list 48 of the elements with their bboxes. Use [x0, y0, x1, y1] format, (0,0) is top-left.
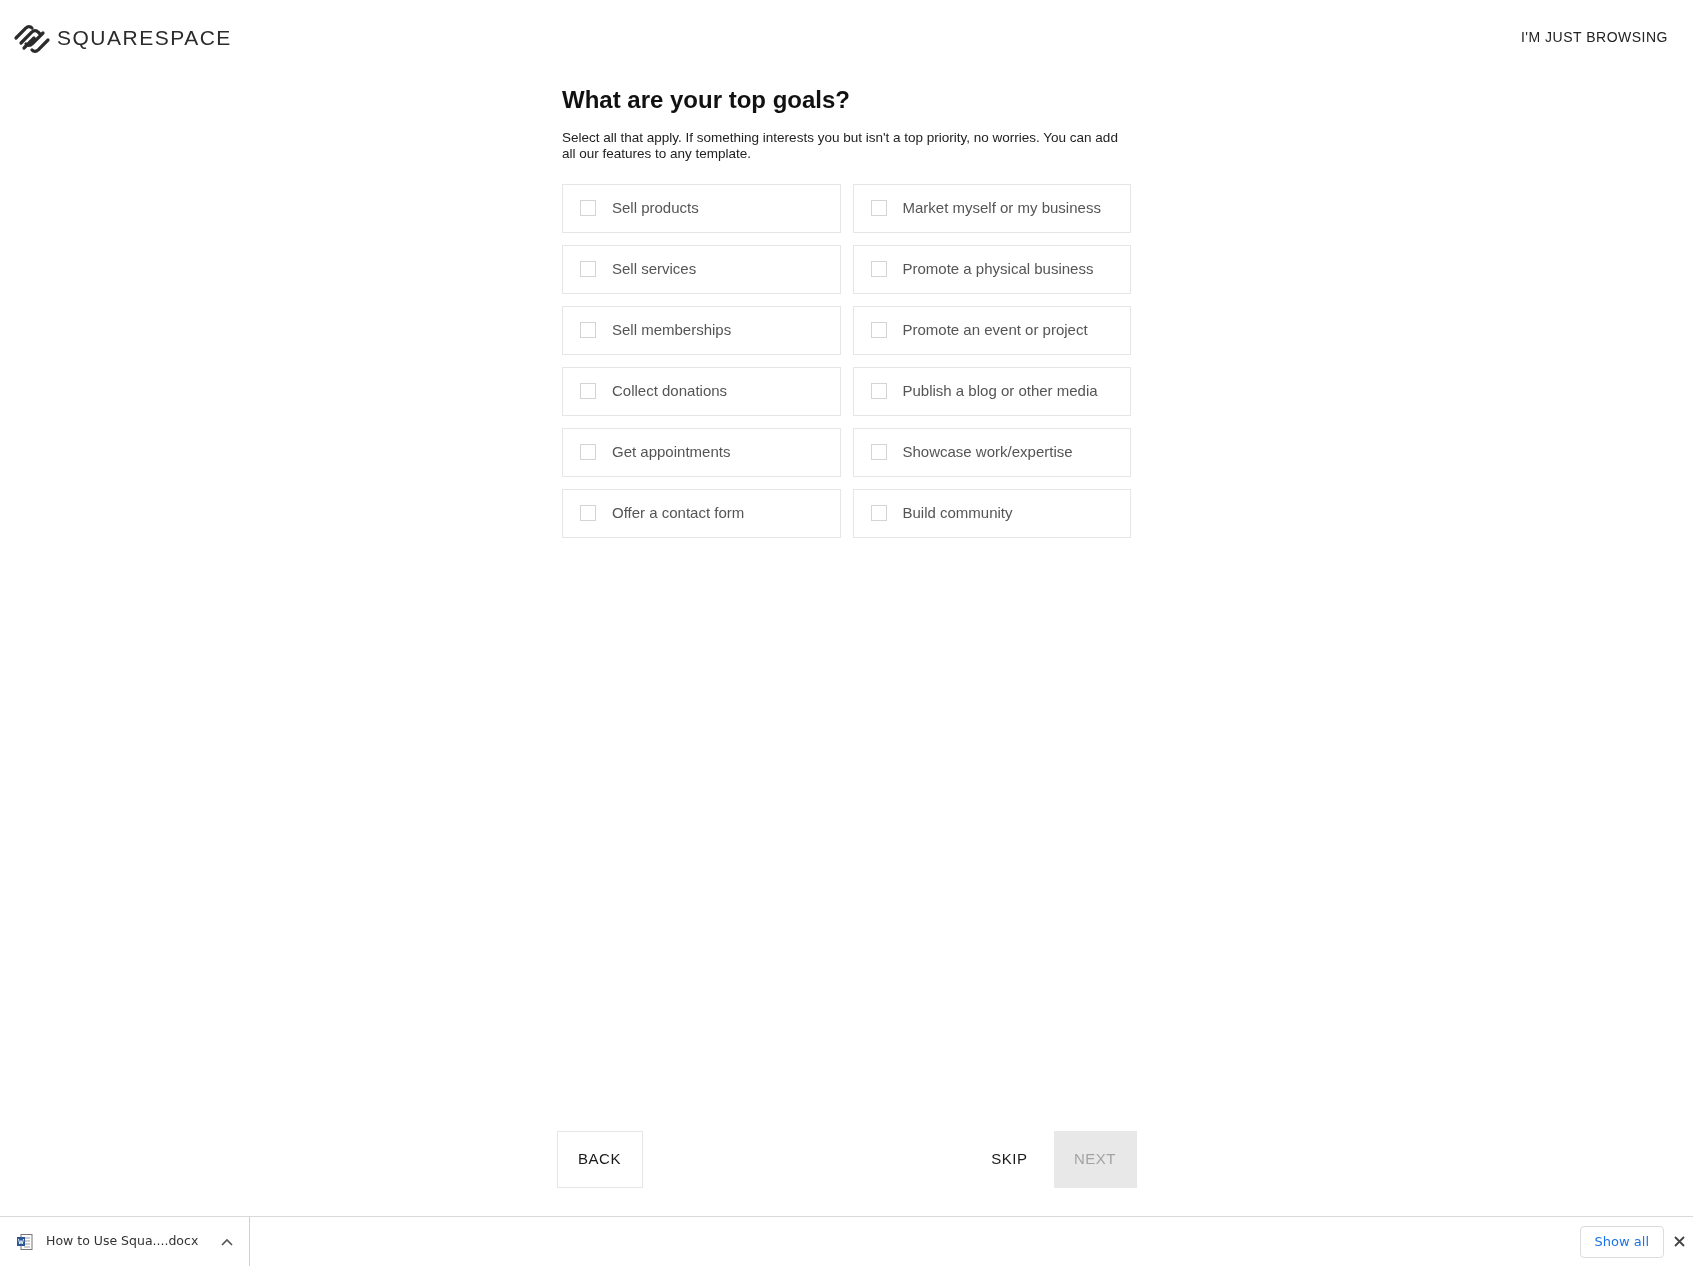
goal-option[interactable]: Collect donations	[562, 366, 841, 416]
skip-button[interactable]: SKIP	[980, 1131, 1039, 1188]
chevron-up-icon[interactable]	[221, 1237, 233, 1246]
option-label: Showcase work/expertise	[902, 441, 1073, 462]
option-label: Build community	[902, 502, 1013, 523]
goal-option[interactable]: Sell memberships	[562, 305, 841, 355]
checkbox[interactable]	[580, 505, 596, 521]
option-label: Sell memberships	[612, 319, 732, 340]
goal-option[interactable]: Promote a physical business	[852, 244, 1131, 294]
goal-option[interactable]: Promote an event or project	[852, 305, 1131, 355]
checkbox[interactable]	[870, 444, 887, 460]
checkbox[interactable]	[580, 322, 596, 338]
checkbox[interactable]	[870, 383, 887, 399]
option-label: Publish a blog or other media	[902, 380, 1098, 401]
goal-option[interactable]: Build community	[852, 488, 1131, 538]
checkbox[interactable]	[580, 444, 596, 460]
goal-option[interactable]: Showcase work/expertise	[852, 427, 1131, 477]
goal-option[interactable]: Get appointments	[562, 427, 841, 477]
logo-icon	[13, 22, 51, 53]
option-label: Market myself or my business	[902, 197, 1101, 218]
page-description: Select all that apply. If something interests you but isn't a top priority, no worries. You can add all our features to any template.	[562, 129, 1119, 162]
option-label: Get appointments	[612, 441, 731, 462]
option-label: Promote an event or project	[902, 319, 1088, 340]
checkbox[interactable]	[580, 200, 596, 216]
back-button[interactable]: BACK	[556, 1131, 643, 1188]
checkbox[interactable]	[870, 505, 887, 521]
close-icon[interactable]	[1674, 1236, 1685, 1247]
goal-option[interactable]: Sell products	[562, 183, 841, 233]
goal-option[interactable]: Market myself or my business	[852, 183, 1131, 233]
option-label: Offer a contact form	[612, 502, 745, 523]
goal-option[interactable]: Publish a blog or other media	[852, 366, 1131, 416]
option-label: Collect donations	[612, 380, 728, 401]
checkbox[interactable]	[580, 261, 596, 277]
goal-option[interactable]: Sell services	[562, 244, 841, 294]
option-label: Sell services	[612, 258, 697, 279]
checkbox[interactable]	[870, 200, 887, 216]
document-icon	[16, 1232, 34, 1251]
goal-option[interactable]: Offer a contact form	[562, 488, 841, 538]
page-heading: What are your top goals?	[562, 84, 852, 115]
logo-wordmark[interactable]: SQUARESPACE	[57, 22, 232, 54]
option-label: Promote a physical business	[902, 258, 1094, 279]
option-label: Sell products	[612, 197, 699, 218]
download-filename[interactable]: How to Use Squa....docx	[46, 1232, 199, 1251]
show-all-button[interactable]: Show all	[1579, 1225, 1664, 1258]
checkbox[interactable]	[870, 322, 887, 338]
checkbox[interactable]	[580, 383, 596, 399]
checkbox[interactable]	[870, 261, 887, 277]
browse-link[interactable]: I'M JUST BROWSING	[1520, 27, 1668, 49]
